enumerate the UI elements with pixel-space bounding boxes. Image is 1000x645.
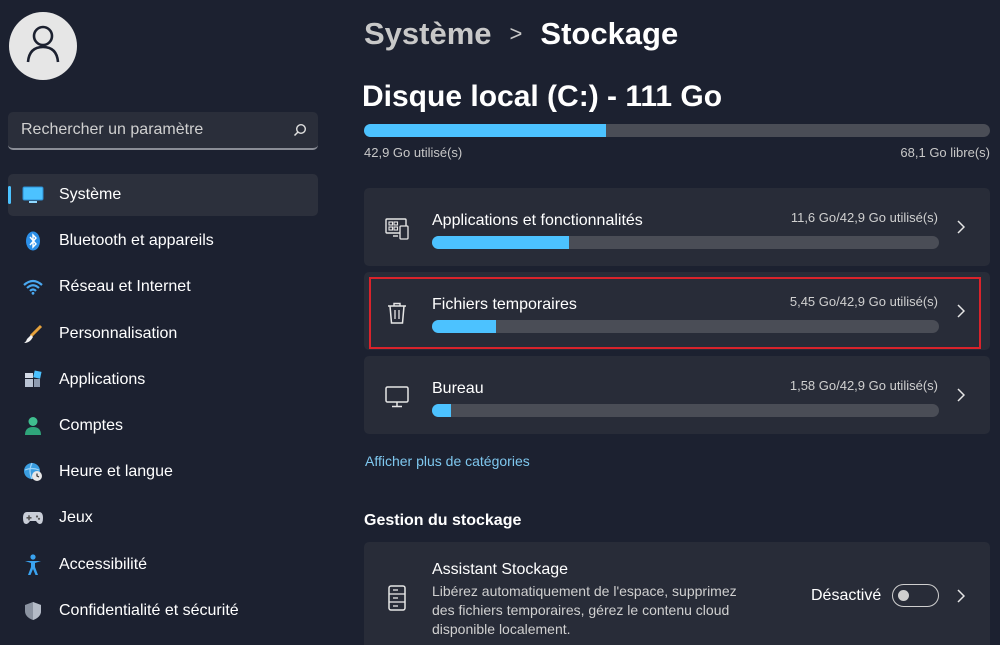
category-usage: 5,45 Go/42,9 Go utilisé(s) bbox=[789, 294, 938, 309]
search-input[interactable]: Rechercher un paramètre bbox=[21, 121, 282, 139]
sidebar-item-label: Comptes bbox=[59, 416, 124, 434]
chevron-right-icon bbox=[954, 385, 968, 405]
storage-drive-icon bbox=[384, 584, 410, 612]
desktop-icon bbox=[384, 384, 410, 410]
wifi-icon bbox=[8, 279, 54, 296]
person-icon bbox=[26, 25, 60, 68]
category-usage-fill bbox=[432, 320, 497, 333]
sidebar-item-comptes[interactable]: Comptes bbox=[8, 405, 318, 447]
sidebar-item-label: Accessibilité bbox=[59, 555, 148, 573]
toggle-knob bbox=[898, 590, 909, 601]
category-usage-bar bbox=[432, 320, 939, 333]
sidebar-item-label: Système bbox=[59, 186, 122, 203]
settings-search-box[interactable]: Rechercher un paramètre bbox=[8, 112, 318, 150]
disk-title: Disque local (C:) - 111 Go bbox=[362, 80, 723, 113]
category-card-bureau[interactable]: Bureau 1,58 Go/42,9 Go utilisé(s) bbox=[364, 356, 990, 434]
sidebar-item-confidentialite[interactable]: Confidentialité et sécurité bbox=[8, 590, 318, 632]
page-title: Stockage bbox=[540, 16, 679, 51]
person-icon bbox=[8, 416, 54, 436]
sidebar-nav: Système Bluetooth et appareils Réseau et… bbox=[8, 174, 318, 636]
chevron-right-icon bbox=[954, 586, 968, 606]
category-usage-fill bbox=[432, 236, 569, 249]
apps-features-icon bbox=[384, 216, 410, 242]
search-icon[interactable] bbox=[282, 123, 318, 137]
sidebar-item-label: Réseau et Internet bbox=[59, 278, 191, 296]
gamepad-icon bbox=[8, 510, 54, 526]
category-usage-bar bbox=[432, 404, 939, 417]
category-usage: 1,58 Go/42,9 Go utilisé(s) bbox=[789, 378, 938, 393]
user-avatar[interactable] bbox=[9, 12, 77, 80]
category-card-applications[interactable]: Applications et fonctionnalités 11,6 Go/… bbox=[364, 188, 990, 266]
disk-free-label: 68,1 Go libre(s) bbox=[900, 145, 990, 160]
sidebar-item-jeux[interactable]: Jeux bbox=[8, 497, 318, 539]
paintbrush-icon bbox=[8, 324, 54, 344]
storage-sense-toggle[interactable] bbox=[892, 584, 939, 607]
shield-icon bbox=[8, 601, 54, 621]
storage-sense-title: Assistant Stockage bbox=[432, 561, 569, 578]
sidebar: Rechercher un paramètre Système Bluetoot… bbox=[0, 0, 330, 645]
category-title: Applications et fonctionnalités bbox=[432, 212, 643, 229]
category-usage-fill bbox=[432, 404, 451, 417]
chevron-right-icon bbox=[954, 301, 968, 321]
sidebar-item-accessibilite[interactable]: Accessibilité bbox=[8, 544, 318, 586]
sidebar-item-label: Heure et langue bbox=[59, 463, 173, 481]
trash-icon bbox=[384, 300, 410, 326]
disk-usage-bar bbox=[364, 124, 990, 137]
disk-usage-fill bbox=[364, 124, 606, 137]
category-usage-bar bbox=[432, 236, 939, 249]
show-more-categories-link[interactable]: Afficher plus de catégories bbox=[365, 453, 530, 469]
storage-sense-card[interactable]: Assistant Stockage Libérez automatiqueme… bbox=[364, 542, 990, 645]
category-title: Bureau bbox=[432, 380, 484, 397]
sidebar-item-reseau[interactable]: Réseau et Internet bbox=[8, 266, 318, 308]
breadcrumb-parent-link[interactable]: Système bbox=[364, 16, 492, 52]
sidebar-item-systeme[interactable]: Système bbox=[8, 174, 318, 216]
sidebar-item-label: Applications bbox=[59, 370, 146, 388]
chevron-right-icon bbox=[954, 217, 968, 237]
bluetooth-icon bbox=[8, 231, 54, 251]
section-title-storage-management: Gestion du stockage bbox=[364, 512, 522, 529]
sidebar-item-label: Jeux bbox=[59, 509, 93, 527]
globe-clock-icon bbox=[8, 462, 54, 482]
monitor-icon bbox=[8, 186, 54, 204]
sidebar-item-label: Bluetooth et appareils bbox=[59, 232, 214, 250]
accessibility-icon bbox=[8, 553, 54, 576]
sidebar-item-heure-langue[interactable]: Heure et langue bbox=[8, 451, 318, 493]
sidebar-item-personnalisation[interactable]: Personnalisation bbox=[8, 313, 318, 355]
apps-icon bbox=[8, 370, 54, 390]
disk-used-label: 42,9 Go utilisé(s) bbox=[364, 145, 463, 160]
sidebar-item-label: Confidentialité et sécurité bbox=[59, 601, 239, 619]
breadcrumb-separator: > bbox=[509, 21, 523, 46]
category-usage: 11,6 Go/42,9 Go utilisé(s) bbox=[790, 210, 938, 225]
storage-sense-description: Libérez automatiquement de l'espace, sup… bbox=[432, 583, 737, 637]
sidebar-item-label: Personnalisation bbox=[59, 324, 178, 342]
sidebar-item-bluetooth[interactable]: Bluetooth et appareils bbox=[8, 220, 318, 262]
category-card-fichiers-temporaires[interactable]: Fichiers temporaires 5,45 Go/42,9 Go uti… bbox=[364, 272, 990, 350]
category-title: Fichiers temporaires bbox=[432, 296, 577, 313]
sidebar-item-applications[interactable]: Applications bbox=[8, 359, 318, 401]
breadcrumb: Système > Stockage bbox=[364, 16, 678, 52]
storage-sense-state-label: Désactivé bbox=[811, 587, 882, 604]
